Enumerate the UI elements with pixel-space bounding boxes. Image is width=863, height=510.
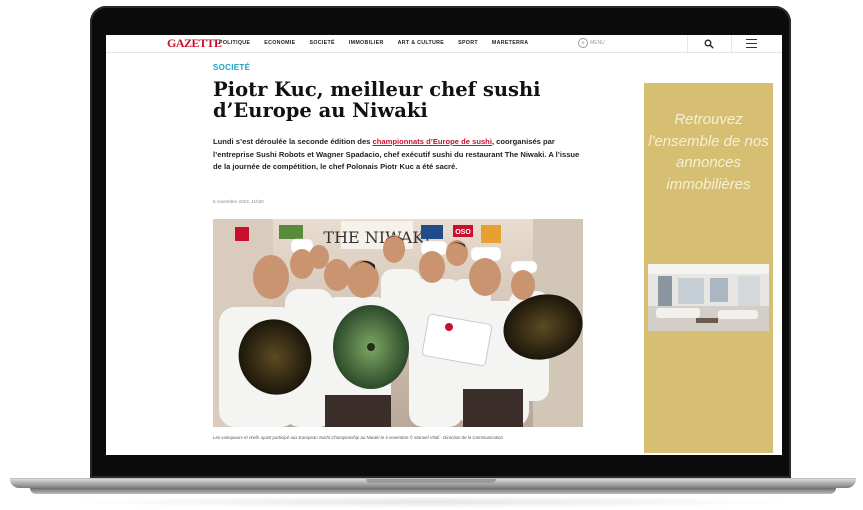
article-lede: Lundi s’est déroulée la seconde édition … — [213, 136, 583, 174]
article-photo: THE NIWAKI OSO — [213, 219, 583, 427]
championship-link[interactable]: championnats d’Europe de sushi — [373, 137, 492, 146]
real-estate-ad[interactable]: Retrouvez l'ensemble de nos annonces imm… — [644, 83, 773, 453]
article-date: 6 novembre 2024, 11h40 — [213, 199, 264, 204]
nav-item-politique[interactable]: POLITIQUE — [219, 40, 250, 46]
sponsor-text: OSO — [455, 229, 471, 236]
nav-item-societe[interactable]: SOCIETÉ — [310, 40, 335, 46]
nav-item-sport[interactable]: SPORT — [458, 40, 478, 46]
laptop-notch — [366, 479, 496, 483]
nav-item-economie[interactable]: ECONOMIE — [264, 40, 295, 46]
plus-circle-icon: + — [578, 38, 588, 48]
search-icon[interactable] — [704, 39, 714, 49]
banner-text: THE NIWAKI — [323, 228, 430, 247]
nav-item-mareterra[interactable]: MARETERRA — [492, 40, 529, 46]
menu-label: MENU — [590, 40, 605, 46]
article-title: Piotr Kuc, meilleur chef sushi d’Europe … — [213, 78, 541, 122]
photo-caption: Les vainqueurs et chefs ayant participé … — [213, 435, 503, 440]
nav-divider — [731, 35, 732, 52]
interior-photo — [648, 264, 769, 331]
ad-text[interactable]: Retrouvez l'ensemble de nos annonces imm… — [644, 109, 773, 195]
nav-item-immobilier[interactable]: IMMOBILIER — [349, 40, 384, 46]
browser-screen: GAZETTE POLITIQUE ECONOMIE SOCIETÉ IMMOB… — [106, 35, 782, 455]
hamburger-menu-icon[interactable] — [746, 39, 757, 48]
laptop-shadow — [60, 496, 800, 508]
nav-item-art-culture[interactable]: ART & CULTURE — [398, 40, 444, 46]
lede-text: Lundi s’est déroulée la seconde édition … — [213, 137, 373, 146]
chefs-group-photo: THE NIWAKI OSO — [213, 219, 583, 427]
site-logo[interactable]: GAZETTE — [167, 36, 222, 51]
article-category[interactable]: SOCIETÉ — [213, 63, 250, 72]
ad-interior-image[interactable] — [648, 264, 769, 331]
nav-menu: POLITIQUE ECONOMIE SOCIETÉ IMMOBILIER AR… — [219, 40, 528, 46]
top-navigation: GAZETTE POLITIQUE ECONOMIE SOCIETÉ IMMOB… — [106, 35, 782, 53]
menu-button[interactable]: + MENU — [578, 38, 605, 48]
nav-divider — [687, 35, 688, 52]
laptop-base-bottom — [30, 488, 836, 494]
